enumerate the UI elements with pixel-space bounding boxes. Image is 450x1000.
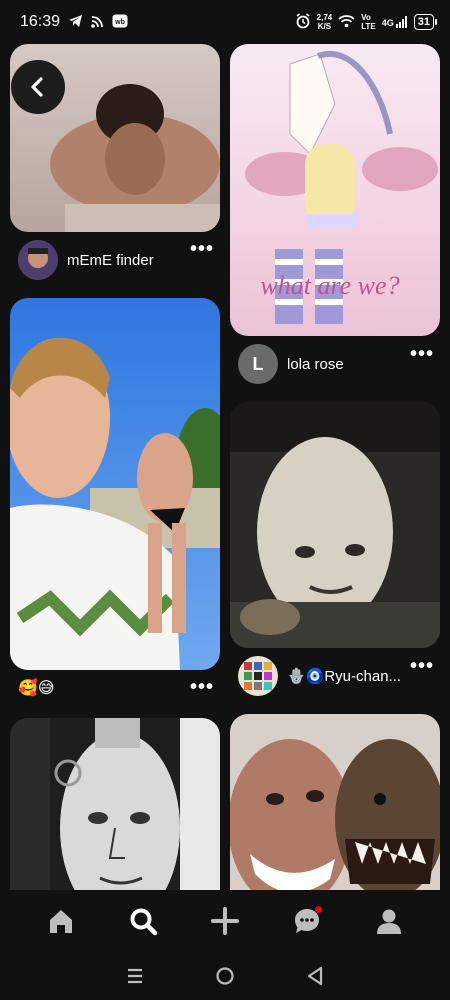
volte-bottom: LTE <box>361 22 376 31</box>
net-speed-unit: K/S <box>317 22 332 31</box>
home-system-button[interactable] <box>210 961 240 991</box>
circle-icon <box>216 967 234 985</box>
pin-meta: 🥰😅 <box>18 666 188 710</box>
profile-icon <box>377 909 401 934</box>
pin-feed: mEmE finder ••• what are we? L lola rose… <box>0 44 450 890</box>
avatar-letter: L <box>252 353 264 374</box>
pin-caption: 🥰😅 <box>18 680 55 697</box>
plus-icon <box>211 907 239 935</box>
net-speed-value: 2,74 <box>316 13 333 22</box>
search-icon <box>130 908 158 936</box>
wifi-icon <box>338 14 355 30</box>
status-bar: 16:39 wb 2,74 K/S Vo LTE 4G 31 <box>0 0 450 44</box>
home-button[interactable] <box>36 896 86 946</box>
back-button[interactable] <box>11 60 65 114</box>
pin-meta: 🪬🧿Ryu-chan... <box>238 654 408 698</box>
pin-image[interactable] <box>230 402 440 648</box>
more-options-button[interactable]: ••• <box>410 344 434 364</box>
search-button[interactable] <box>118 896 168 946</box>
status-right: 2,74 K/S Vo LTE 4G 31 <box>295 13 438 31</box>
signal-label: 4G <box>381 18 394 28</box>
more-options-button[interactable]: ••• <box>410 656 434 676</box>
volte-top: Vo <box>361 13 371 22</box>
pin-image-text: what are we? <box>260 271 399 300</box>
back-system-button[interactable] <box>300 961 330 991</box>
author-name[interactable]: lola rose <box>287 356 344 373</box>
profile-button[interactable] <box>364 896 414 946</box>
alarm-icon <box>295 13 311 31</box>
avatar[interactable] <box>238 656 278 696</box>
triangle-back-icon <box>307 966 323 986</box>
notification-dot <box>315 906 322 913</box>
avatar[interactable] <box>18 240 58 280</box>
avatar[interactable]: L <box>238 344 278 384</box>
author-name[interactable]: mEmE finder <box>67 252 154 269</box>
status-left: 16:39 wb <box>20 13 128 31</box>
recent-apps-button[interactable] <box>120 961 150 991</box>
wb-icon: wb <box>112 14 128 30</box>
net-speed: 2,74 K/S <box>317 13 333 31</box>
rss-icon <box>91 15 104 30</box>
battery-icon: 31 <box>413 14 438 30</box>
battery-level: 31 <box>417 16 430 28</box>
signal-icon: 4G <box>382 16 408 28</box>
home-icon <box>50 910 72 933</box>
bottom-nav <box>0 890 450 952</box>
pin-image[interactable] <box>10 718 220 890</box>
create-button[interactable] <box>200 896 250 946</box>
chevron-left-icon <box>31 77 43 97</box>
author-name[interactable]: 🪬🧿Ryu-chan... <box>287 667 401 685</box>
pin-image[interactable] <box>10 298 220 670</box>
volte-label: Vo LTE <box>361 13 376 31</box>
svg-text:wb: wb <box>114 19 125 26</box>
menu-icon <box>128 968 142 984</box>
messages-button[interactable] <box>282 896 332 946</box>
pin-image[interactable] <box>230 714 440 890</box>
pin-meta: L lola rose <box>238 342 438 386</box>
pin-image[interactable]: what are we? <box>230 44 440 336</box>
pin-meta: mEmE finder <box>18 238 218 282</box>
system-nav-bar <box>0 952 450 1000</box>
more-options-button[interactable]: ••• <box>190 239 214 259</box>
telegram-icon <box>68 14 83 30</box>
status-time: 16:39 <box>20 13 61 30</box>
more-options-button[interactable]: ••• <box>190 677 214 697</box>
